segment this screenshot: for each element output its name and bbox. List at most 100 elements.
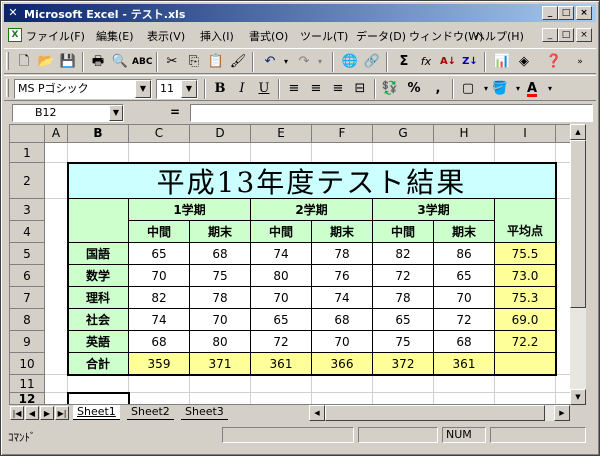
maximize-button[interactable]: □ xyxy=(558,6,574,20)
total-cell[interactable]: 361 xyxy=(251,353,312,375)
score-cell[interactable]: 75 xyxy=(373,331,434,353)
exam-header[interactable]: 期末 xyxy=(312,221,373,243)
menu-file[interactable]: ファイル(F) xyxy=(26,28,85,44)
score-cell[interactable]: 70 xyxy=(190,309,251,331)
score-cell[interactable]: 72 xyxy=(251,331,312,353)
subject-name-cell[interactable]: 英語 xyxy=(68,331,129,353)
score-cell[interactable]: 68 xyxy=(434,331,495,353)
average-header[interactable]: 平均点 xyxy=(495,199,555,243)
autosum-icon[interactable]: Σ xyxy=(394,52,414,72)
column-header-g[interactable]: G xyxy=(373,125,434,143)
italic-button[interactable]: I xyxy=(232,79,252,99)
average-cell[interactable]: 69.0 xyxy=(495,309,555,331)
row-header-1[interactable]: 1 xyxy=(10,143,45,163)
chevron-down-icon[interactable]: ▾ xyxy=(540,79,560,99)
menu-view[interactable]: 表示(V) xyxy=(147,28,185,44)
subject-name-cell[interactable]: 理科 xyxy=(68,287,129,309)
subject-name-cell[interactable]: 数学 xyxy=(68,265,129,287)
format-painter-icon[interactable]: 🖌 xyxy=(228,52,248,72)
term-header[interactable]: 3学期 xyxy=(373,199,495,221)
column-header-h[interactable]: H xyxy=(434,125,495,143)
row-header-4[interactable]: 4 xyxy=(10,221,45,243)
font-color-button[interactable]: A xyxy=(522,79,542,99)
toolbar-grip[interactable] xyxy=(6,79,9,97)
prev-sheet-icon[interactable]: ◀ xyxy=(25,406,39,420)
sheet-tab-3[interactable]: Sheet3 xyxy=(181,405,228,420)
percent-button[interactable]: % xyxy=(404,79,424,99)
row-header-8[interactable]: 8 xyxy=(10,309,45,331)
horizontal-scroll-thumb[interactable] xyxy=(325,405,545,421)
score-cell[interactable]: 70 xyxy=(434,287,495,309)
column-header-i[interactable]: I xyxy=(495,125,556,143)
average-cell[interactable]: 72.2 xyxy=(495,331,555,353)
align-left-icon[interactable]: ≡ xyxy=(284,79,304,99)
toolbar-more-icon[interactable]: » xyxy=(570,52,590,72)
column-header-f[interactable]: F xyxy=(312,125,373,143)
underline-button[interactable]: U xyxy=(254,79,274,99)
column-header-c[interactable]: C xyxy=(129,125,190,143)
row-header-12[interactable]: 12 xyxy=(10,393,45,404)
total-cell[interactable]: 361 xyxy=(434,353,495,375)
save-icon[interactable]: 💾 xyxy=(58,52,78,72)
vertical-scrollbar[interactable]: ▲ ▼ xyxy=(570,124,586,405)
menu-help[interactable]: ヘルプ(H) xyxy=(474,28,524,44)
average-cell[interactable]: 73.0 xyxy=(495,265,555,287)
sort-desc-icon[interactable]: Z↓ xyxy=(460,52,480,72)
worksheet-grid[interactable]: A B C D E F G H I 1 2 3 4 5 6 7 8 9 10 1… xyxy=(9,124,586,405)
close-button[interactable]: × xyxy=(576,6,592,20)
first-sheet-icon[interactable]: |◀ xyxy=(10,406,24,420)
cut-icon[interactable]: ✂ xyxy=(162,52,182,72)
row-header-2[interactable]: 2 xyxy=(10,163,45,199)
sheet-tab-1[interactable]: Sheet1 xyxy=(73,405,120,420)
subject-header-cell[interactable] xyxy=(68,199,129,243)
sheet-tab-2[interactable]: Sheet2 xyxy=(127,405,174,420)
drawing-icon[interactable]: ◈ xyxy=(514,52,534,72)
total-cell[interactable]: 372 xyxy=(373,353,434,375)
score-cell[interactable]: 72 xyxy=(373,265,434,287)
menu-tools[interactable]: ツール(T) xyxy=(300,28,348,44)
column-header-e[interactable]: E xyxy=(251,125,312,143)
currency-icon[interactable]: 💱 xyxy=(380,79,400,99)
paste-icon[interactable]: 📋 xyxy=(206,52,226,72)
comma-button[interactable]: , xyxy=(428,79,448,99)
vertical-scroll-thumb[interactable] xyxy=(570,140,586,308)
score-cell[interactable]: 68 xyxy=(312,309,373,331)
title-bar[interactable]: ✕ Microsoft Excel - テスト.xls _ □ × xyxy=(4,4,596,22)
term-header[interactable]: 1学期 xyxy=(129,199,251,221)
score-cell[interactable]: 70 xyxy=(312,331,373,353)
score-cell[interactable]: 80 xyxy=(190,331,251,353)
total-cell[interactable]: 359 xyxy=(129,353,190,375)
toolbar-grip[interactable] xyxy=(6,52,9,70)
scroll-up-button[interactable]: ▲ xyxy=(570,124,586,140)
scroll-down-button[interactable]: ▼ xyxy=(570,389,586,405)
row-header-6[interactable]: 6 xyxy=(10,265,45,287)
merge-center-icon[interactable]: ⊟ xyxy=(350,79,370,99)
column-header-a[interactable]: A xyxy=(45,125,68,143)
exam-header[interactable]: 期末 xyxy=(434,221,495,243)
row-header-7[interactable]: 7 xyxy=(10,287,45,309)
doc-close-button[interactable]: × xyxy=(576,28,592,42)
chevron-down-icon[interactable]: ▼ xyxy=(135,80,151,98)
score-cell[interactable]: 74 xyxy=(251,243,312,265)
chart-wizard-icon[interactable]: 📊 xyxy=(492,52,512,72)
total-cell[interactable]: 371 xyxy=(190,353,251,375)
bold-button[interactable]: B xyxy=(210,79,230,99)
score-cell[interactable]: 82 xyxy=(373,243,434,265)
formula-equals-label[interactable]: = xyxy=(170,105,180,119)
column-header-b[interactable]: B xyxy=(68,125,129,143)
doc-minimize-button[interactable]: _ xyxy=(542,28,558,42)
score-cell[interactable]: 65 xyxy=(129,243,190,265)
average-cell[interactable]: 75.5 xyxy=(495,243,555,265)
score-cell[interactable]: 65 xyxy=(373,309,434,331)
score-cell[interactable]: 65 xyxy=(251,309,312,331)
score-cell[interactable]: 70 xyxy=(251,287,312,309)
score-cell[interactable]: 80 xyxy=(251,265,312,287)
workbook-icon[interactable]: X xyxy=(8,28,22,42)
score-cell[interactable]: 75 xyxy=(190,265,251,287)
score-cell[interactable]: 72 xyxy=(434,309,495,331)
score-cell[interactable]: 74 xyxy=(312,287,373,309)
web-icon[interactable]: 🔗 xyxy=(362,52,382,72)
score-cell[interactable]: 68 xyxy=(129,331,190,353)
subject-name-cell[interactable]: 国語 xyxy=(68,243,129,265)
doc-restore-button[interactable]: □ xyxy=(558,28,574,42)
